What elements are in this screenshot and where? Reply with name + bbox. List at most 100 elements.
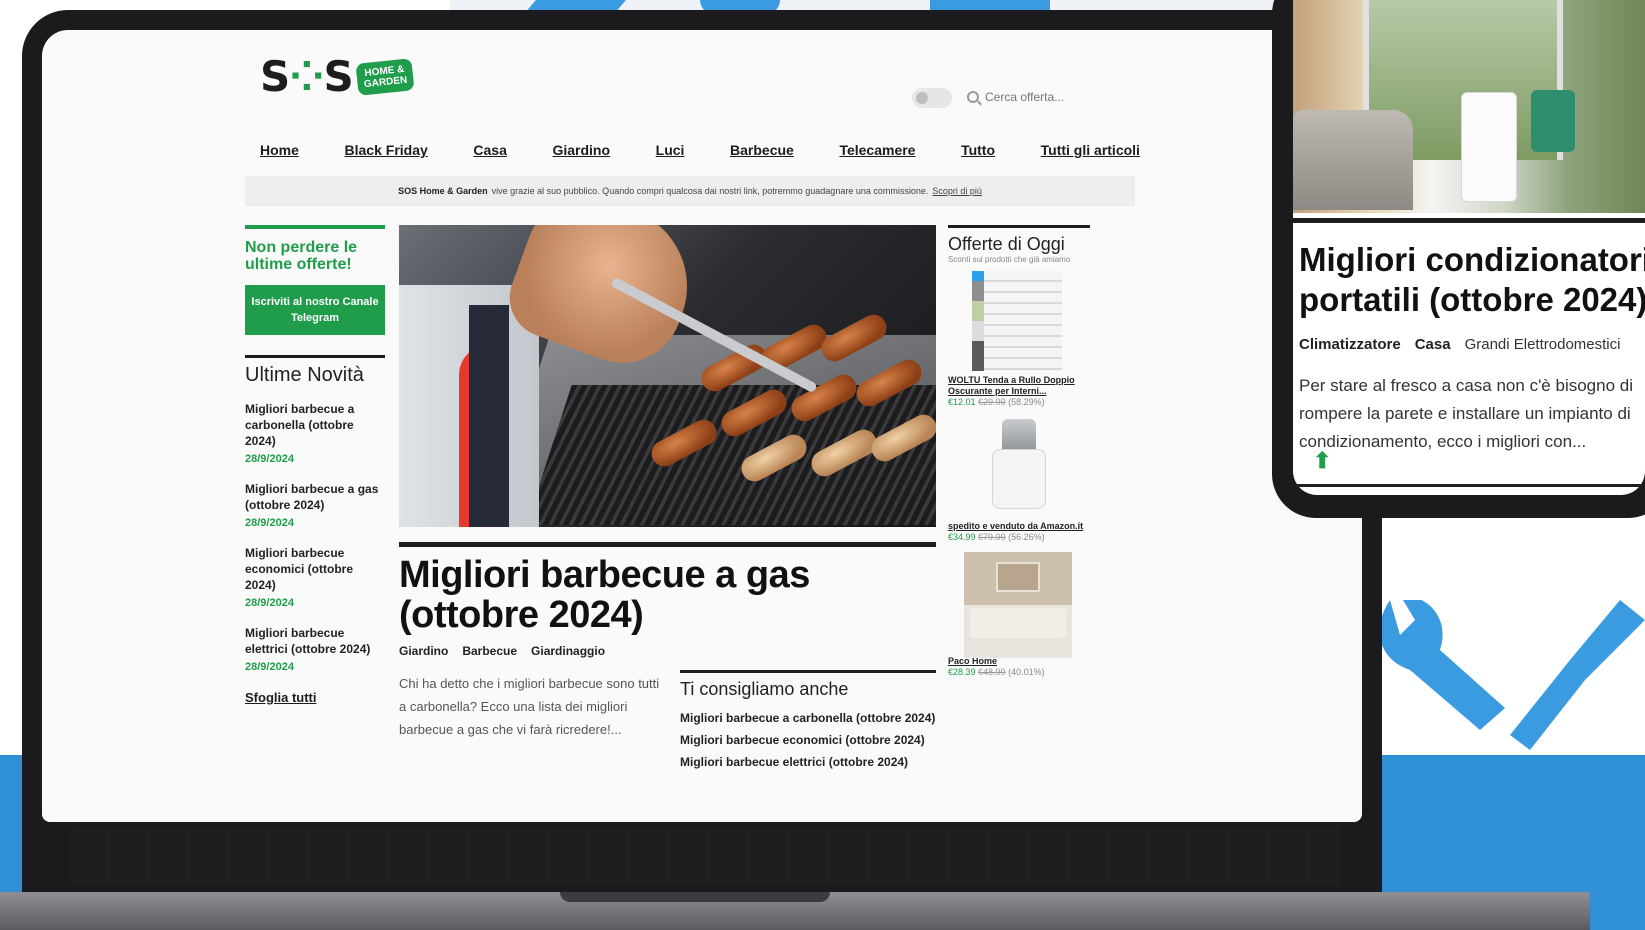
tag-link[interactable]: Casa <box>1415 336 1451 353</box>
disclaimer-link[interactable]: Scopri di più <box>932 186 982 196</box>
article-title[interactable]: Migliori barbecue a gas (ottobre 2024) <box>399 555 936 635</box>
site-logo[interactable]: S⁘S HOME & GARDEN <box>260 52 415 101</box>
nav-tutti-gli-articoli[interactable]: Tutti gli articoli <box>1041 142 1140 158</box>
room-scene <box>964 552 1072 658</box>
blind-slats <box>972 271 1062 371</box>
offers-sidebar: Offerte di Oggi Sconti sui prodotti che … <box>948 225 1090 687</box>
related-link[interactable]: Migliori barbecue elettrici (ottobre 202… <box>680 754 936 770</box>
divider <box>1293 218 1645 223</box>
tag-link[interactable]: Barbecue <box>462 644 517 658</box>
nav-barbecue[interactable]: Barbecue <box>730 142 794 158</box>
news-link[interactable]: Migliori barbecue a carbonella (ottobre … <box>245 401 385 449</box>
news-date: 28/9/2024 <box>245 517 294 529</box>
browse-all-link[interactable]: Sfoglia tutti <box>245 690 317 705</box>
news-link[interactable]: Migliori barbecue a gas (ottobre 2024) <box>245 481 385 513</box>
offer-link[interactable]: WOLTU Tenda a Rullo Doppio Oscurante per… <box>948 375 1090 397</box>
roller-blind-image[interactable] <box>948 271 1090 371</box>
offer-old-price: €48.99 <box>978 667 1006 677</box>
offer-prices: €28.39 €48.99 (40.01%) <box>948 667 1090 677</box>
offer-discount: (56.26%) <box>1008 532 1045 542</box>
offer-old-price: €29.99 <box>978 397 1006 407</box>
tag-link[interactable]: Grandi Elettrodomestici <box>1465 336 1621 353</box>
offer-price: €28.39 <box>948 667 976 677</box>
juicer <box>988 419 1048 515</box>
news-date: 28/9/2024 <box>245 597 294 609</box>
offers-subheading: Sconti sui prodotti che già amiamo <box>948 255 1071 264</box>
tag-link[interactable]: Climatizzatore <box>1299 336 1401 353</box>
offer-price: €34.99 <box>948 532 976 542</box>
search-bar[interactable] <box>967 90 1105 104</box>
divider <box>399 542 936 547</box>
laptop-keyboard <box>70 826 1340 886</box>
offer-card: Paco Home €28.39 €48.99 (40.01%) <box>948 552 1090 677</box>
affiliate-disclaimer: SOS Home & Garden vive grazie al suo pub… <box>245 176 1135 206</box>
arrow-up-icon[interactable]: ⬆ <box>1313 448 1331 474</box>
disclaimer-brand: SOS Home & Garden <box>398 186 488 196</box>
nav-home[interactable]: Home <box>260 142 299 158</box>
search-input[interactable] <box>985 90 1105 104</box>
excerpt-line: rompere la parete e installare un impian… <box>1299 404 1631 423</box>
offer-discount: (58.29%) <box>1008 397 1045 407</box>
telegram-button[interactable]: Iscriviti al nostro Canale Telegram <box>245 285 385 335</box>
related-link[interactable]: Migliori barbecue economici (ottobre 202… <box>680 732 936 748</box>
bed <box>970 608 1066 638</box>
left-sidebar: Non perdere le ultime offerte! Iscriviti… <box>245 225 385 707</box>
laptop-screen: S⁘S HOME & GARDEN Home Black Friday Casa… <box>42 30 1362 822</box>
related-link[interactable]: Migliori barbecue a carbonella (ottobre … <box>680 710 936 726</box>
sofa <box>1293 110 1413 210</box>
offer-link[interactable]: spedito e venduto da Amazon.it <box>948 521 1090 532</box>
offer-discount: (40.01%) <box>1008 667 1045 677</box>
news-date: 28/9/2024 <box>245 661 294 673</box>
disclaimer-text: vive grazie al suo pubblico. Quando comp… <box>491 186 929 196</box>
nav-tutto[interactable]: Tutto <box>961 142 995 158</box>
nav-luci[interactable]: Luci <box>656 142 685 158</box>
excerpt-line: Per stare al fresco a casa non c'è bisog… <box>1299 376 1633 395</box>
offer-old-price: €79.99 <box>978 532 1006 542</box>
juicer-body <box>992 449 1046 509</box>
apron-strap <box>469 305 509 527</box>
logo-wordmark: S⁘S <box>260 52 354 101</box>
related-articles: Ti consigliamo anche Migliori barbecue a… <box>680 670 936 776</box>
website: S⁘S HOME & GARDEN Home Black Friday Casa… <box>42 30 1362 822</box>
juicer-image[interactable] <box>948 417 1090 517</box>
logo-badge: HOME & GARDEN <box>355 57 415 96</box>
tag-link[interactable]: Giardino <box>399 644 448 658</box>
article-hero-image[interactable] <box>399 225 936 527</box>
latest-heading: Ultime Novità <box>245 364 364 386</box>
offer-card: spedito e venduto da Amazon.it €34.99 €7… <box>948 417 1090 542</box>
phone-screen: Migliori condizionatori portatili (ottob… <box>1293 0 1645 495</box>
tag-link[interactable]: Giardinaggio <box>531 644 605 658</box>
divider <box>245 355 385 358</box>
divider <box>948 225 1090 228</box>
wall-art <box>996 562 1040 592</box>
color-swatches <box>972 271 984 371</box>
toggle-knob <box>916 92 928 104</box>
news-link[interactable]: Migliori barbecue economici (ottobre 202… <box>245 545 385 593</box>
rug-bedroom-image[interactable] <box>948 552 1090 658</box>
divider <box>680 670 936 673</box>
nav-telecamere[interactable]: Telecamere <box>839 142 915 158</box>
phone-article-excerpt: Per stare al fresco a casa non c'è bisog… <box>1299 372 1645 456</box>
list-item: Migliori barbecue a carbonella (ottobre … <box>245 401 385 467</box>
news-link[interactable]: Migliori barbecue elettrici (ottobre 202… <box>245 625 385 657</box>
article-tags: Giardino Barbecue Giardinaggio <box>399 644 605 658</box>
offers-heading: Offerte di Oggi <box>948 234 1065 254</box>
promo-title: Non perdere le ultime offerte! <box>245 239 358 273</box>
list-item: Migliori barbecue economici (ottobre 202… <box>245 545 385 611</box>
offer-card: WOLTU Tenda a Rullo Doppio Oscurante per… <box>948 271 1090 407</box>
laptop-notch <box>560 892 830 902</box>
excerpt-line: condizionamento, ecco i migliori con... <box>1299 432 1587 451</box>
search-icon <box>967 91 979 103</box>
phone-article-image[interactable] <box>1293 0 1645 213</box>
portable-air-conditioner <box>1461 92 1517 202</box>
related-heading: Ti consigliamo anche <box>680 679 849 699</box>
nav-casa[interactable]: Casa <box>473 142 506 158</box>
dark-mode-toggle[interactable] <box>912 88 952 108</box>
nav-giardino[interactable]: Giardino <box>552 142 610 158</box>
phone-article-tags: Climatizzatore Casa Grandi Elettrodomest… <box>1299 336 1620 353</box>
news-date: 28/9/2024 <box>245 453 294 465</box>
nav-black-friday[interactable]: Black Friday <box>345 142 428 158</box>
divider <box>245 225 385 229</box>
phone-article-title[interactable]: Migliori condizionatori portatili (ottob… <box>1299 240 1645 320</box>
title-line: portatili (ottobre 2024) <box>1299 281 1645 318</box>
